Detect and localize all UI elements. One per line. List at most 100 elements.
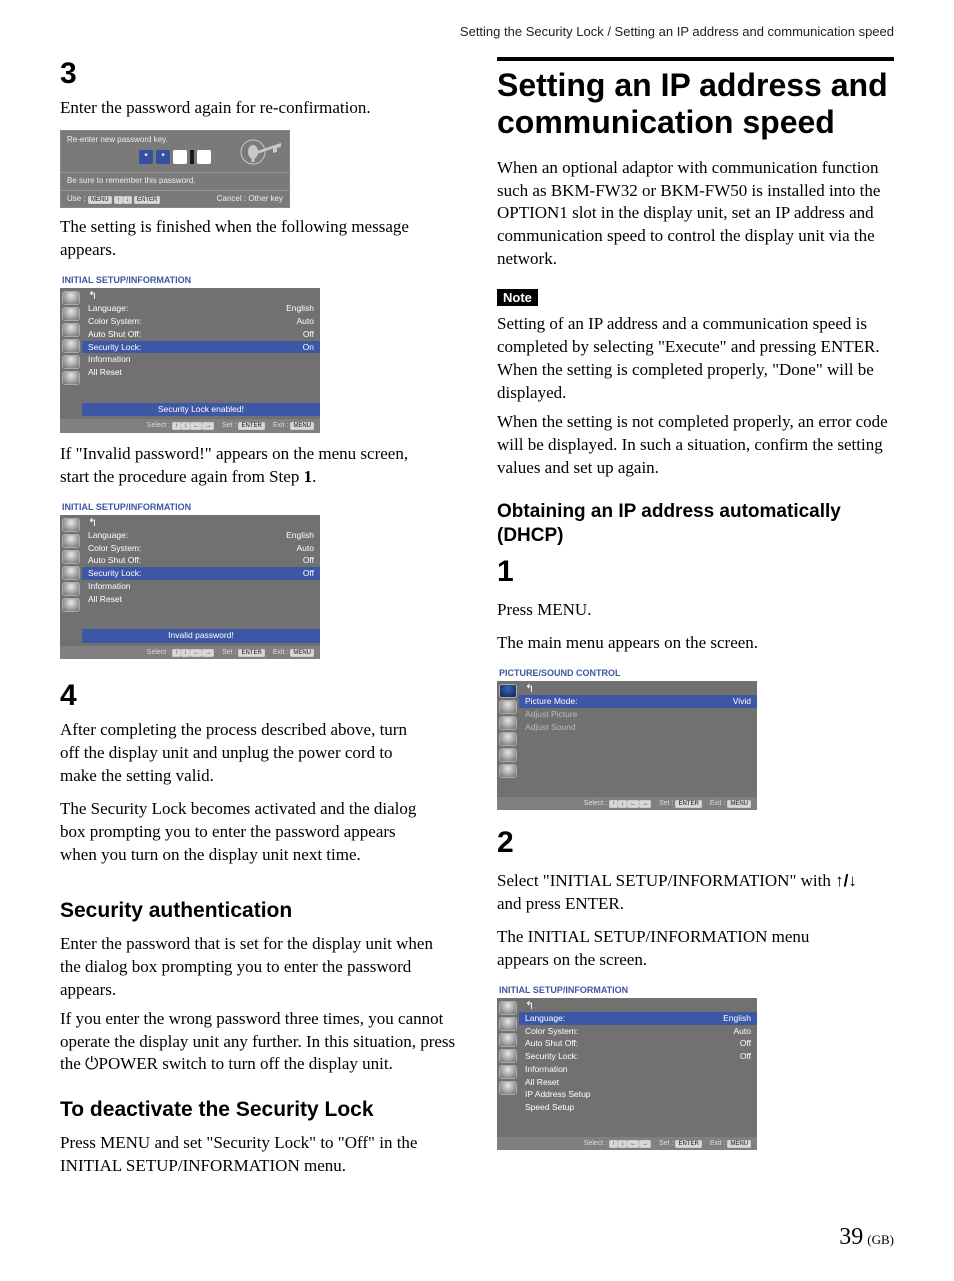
- step4-p1: After completing the process described a…: [60, 719, 427, 788]
- step-4: 4 After completing the process described…: [60, 679, 457, 877]
- osd-icon-6: [499, 1081, 517, 1095]
- osd-footer: Select : ↑↓←→ Set : ENTER Exit : MENU: [497, 1137, 757, 1150]
- step-body: After completing the process described a…: [60, 713, 427, 877]
- osd-icon-3: [62, 550, 80, 564]
- osd-icon-2: [499, 700, 517, 714]
- osd-row: All Reset: [88, 593, 314, 606]
- right-column: Setting an IP address and communication …: [497, 57, 894, 1184]
- osd-row: IP Address Setup: [525, 1088, 751, 1101]
- osd-title: INITIAL SETUP/INFORMATION: [497, 982, 757, 998]
- osd-row-highlight: Picture Mode:Vivid: [519, 695, 757, 708]
- step-body: Enter the password again for re-confirma…: [60, 91, 427, 669]
- back-icon: ↰: [88, 518, 314, 529]
- step-2: 2 Select "INITIAL SETUP/INFORMATION" wit…: [497, 826, 894, 1160]
- page-number: 39 (GB): [60, 1224, 894, 1251]
- osd-row-highlight: Language:English: [519, 1012, 757, 1025]
- s1-l2: The main menu appears on the screen.: [497, 632, 864, 655]
- s1-l1: Press MENU.: [497, 599, 864, 622]
- osd-row: Language:English: [88, 302, 314, 315]
- columns: 3 Enter the password again for re-confir…: [60, 57, 894, 1184]
- step3-after1: The setting is finished when the followi…: [60, 216, 427, 262]
- osd-icon-5: [62, 582, 80, 596]
- osd-panel-enabled: INITIAL SETUP/INFORMATION: [60, 272, 320, 433]
- step-1: 1 Press MENU. The main menu appears on t…: [497, 555, 894, 820]
- osd-icon-6: [62, 598, 80, 612]
- osd-row: Speed Setup: [525, 1101, 751, 1114]
- osd-icon-5: [499, 1065, 517, 1079]
- note-p2: When the setting is not completed proper…: [497, 411, 894, 480]
- password-panel: Re-enter new password key. * *: [60, 130, 290, 208]
- osd-icon-5: [499, 748, 517, 762]
- osd-icon-1: [499, 684, 517, 698]
- osd-row: Language:English: [88, 529, 314, 542]
- osd-icon-3: [499, 716, 517, 730]
- page-suffix: (GB): [867, 1232, 894, 1247]
- page-num: 39: [839, 1224, 863, 1250]
- pw-cancel: Cancel : Other key: [217, 194, 283, 205]
- osd-row: All Reset: [88, 366, 314, 379]
- osd-icon-3: [62, 323, 80, 337]
- osd-picture-sound: PICTURE/SOUND CONTROL ↰: [497, 665, 757, 810]
- page: Setting the Security Lock / Setting an I…: [0, 0, 954, 1281]
- osd-icon-1: [62, 518, 80, 532]
- pw-line1: Re-enter new password key.: [67, 135, 168, 144]
- pw-upper: Re-enter new password key. * *: [61, 131, 289, 172]
- section-title: Setting an IP address and communication …: [497, 67, 894, 141]
- step-number: 3: [60, 57, 88, 91]
- osd-icon-2: [499, 1017, 517, 1031]
- note-p1: Setting of an IP address and a communica…: [497, 313, 894, 405]
- osd-content: ↰ Picture Mode:Vivid Adjust Picture Adju…: [519, 681, 757, 796]
- back-icon: ↰: [525, 1001, 751, 1012]
- osd-icon-4: [499, 732, 517, 746]
- osd-icon-2: [62, 307, 80, 321]
- osd-icon-6: [62, 371, 80, 385]
- osd-icon-4: [62, 566, 80, 580]
- subheading-dhcp: Obtaining an IP address automatically (D…: [497, 500, 894, 548]
- osd-row: Security Lock:Off: [525, 1050, 751, 1063]
- osd-row: Color System:Auto: [525, 1025, 751, 1038]
- step3-text: Enter the password again for re-confirma…: [60, 97, 427, 120]
- pw-cursor: [190, 150, 194, 164]
- osd-icon-4: [62, 339, 80, 353]
- osd-row: Color System:Auto: [88, 542, 314, 555]
- heading-deactivate: To deactivate the Security Lock: [60, 1098, 457, 1122]
- osd-icon-4: [499, 1049, 517, 1063]
- step-3: 3 Enter the password again for re-confir…: [60, 57, 457, 669]
- osd-icon-6: [499, 764, 517, 778]
- up-down-arrow-icon: ↑/↓: [835, 871, 857, 890]
- osd-footer: Select : ↑↓←→ Set : ENTER Exit : MENU: [497, 797, 757, 810]
- pw-key-4: [197, 150, 211, 164]
- osd-initial-setup: INITIAL SETUP/INFORMATION: [497, 982, 757, 1151]
- osd-icon-strip: [497, 681, 519, 796]
- osd-title: PICTURE/SOUND CONTROL: [497, 665, 757, 681]
- secauth-p2: If you enter the wrong password three ti…: [60, 1008, 457, 1077]
- step-body: Press MENU. The main menu appears on the…: [497, 589, 864, 820]
- osd-row: Color System:Auto: [88, 315, 314, 328]
- osd-row: Information: [88, 353, 314, 366]
- pw-use: Use : MENU ↑↓ ENTER: [67, 194, 160, 205]
- osd-title: INITIAL SETUP/INFORMATION: [60, 272, 320, 288]
- lock-keyhole-icon: [237, 134, 283, 170]
- osd-row: Information: [88, 580, 314, 593]
- osd-row: Information: [525, 1063, 751, 1076]
- step-body: Select "INITIAL SETUP/INFORMATION" with …: [497, 860, 864, 1160]
- osd-row: Auto Shut Off:Off: [525, 1037, 751, 1050]
- osd-row: Auto Shut Off:Off: [88, 328, 314, 341]
- pw-lower2: Use : MENU ↑↓ ENTER Cancel : Other key: [61, 190, 289, 208]
- s2-l1: Select "INITIAL SETUP/INFORMATION" with …: [497, 870, 864, 916]
- title-rule: [497, 57, 894, 61]
- left-column: 3 Enter the password again for re-confir…: [60, 57, 457, 1184]
- osd-footer: Select : ↑↓←→ Set : ENTER Exit : MENU: [60, 646, 320, 659]
- power-icon: ⏻: [85, 1054, 98, 1073]
- heading-security-auth: Security authentication: [60, 899, 457, 923]
- step-number: 4: [60, 679, 88, 713]
- osd-icon-2: [62, 534, 80, 548]
- osd-footer: Select : ↑↓←→ Set : ENTER Exit : MENU: [60, 419, 320, 432]
- osd-status: Security Lock enabled!: [82, 403, 320, 416]
- osd-row: Auto Shut Off:Off: [88, 554, 314, 567]
- osd-row: Adjust Sound: [525, 721, 751, 734]
- osd-row-highlight: Security Lock:Off: [82, 567, 320, 580]
- deact-p: Press MENU and set "Security Lock" to "O…: [60, 1132, 457, 1178]
- osd-icon-5: [62, 355, 80, 369]
- osd-row-highlight: Security Lock:On: [82, 341, 320, 354]
